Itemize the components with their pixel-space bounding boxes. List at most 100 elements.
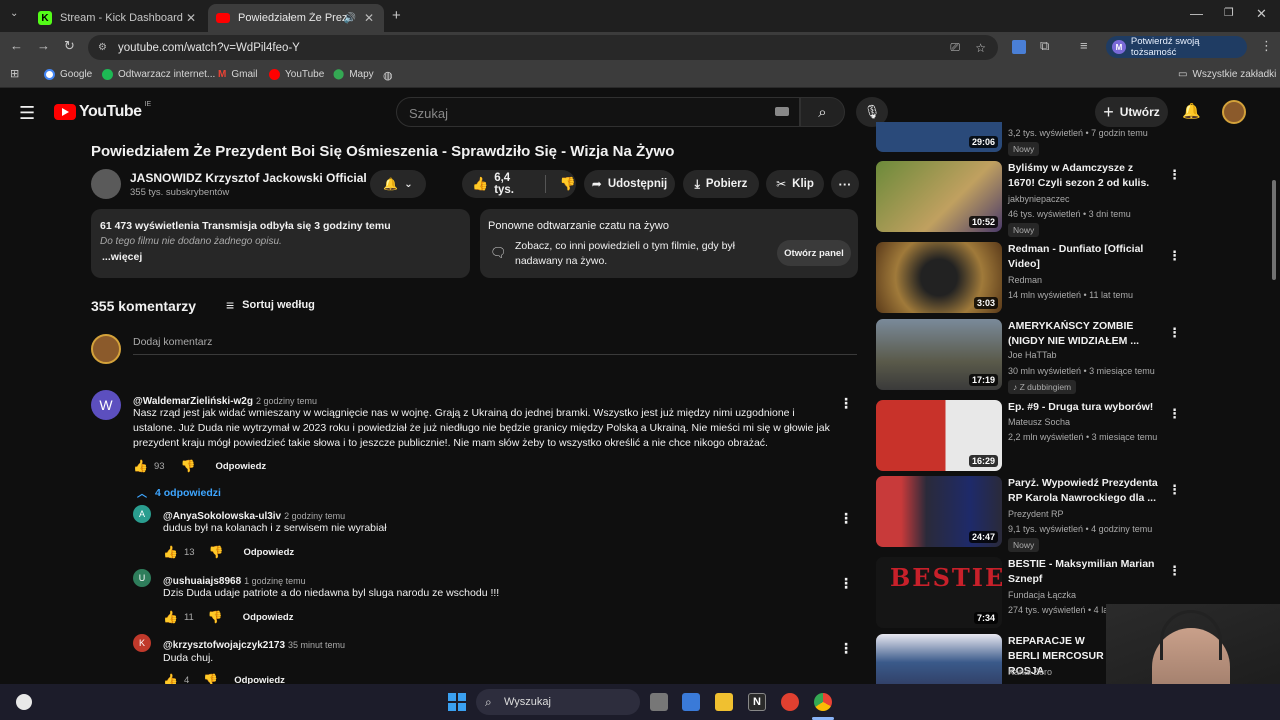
video-thumbnail[interactable]: 24:47 [876,476,1002,547]
video-thumbnail[interactable]: 16:29 [876,400,1002,471]
video-menu-icon[interactable]: ⋮ [1168,167,1181,183]
hamburger-menu-icon[interactable]: ☰ [19,103,35,124]
keyboard-icon[interactable] [775,107,789,116]
recommended-video[interactable]: 29:06 3,2 tys. wyświetleń • 7 godzin tem… [876,122,1276,152]
search-input[interactable]: Szukaj [396,97,800,127]
video-title[interactable]: BESTIE - Maksymilian Marian Sznepf [1008,557,1158,587]
dislike-icon[interactable]: 👎 [560,176,576,192]
video-thumbnail[interactable]: 29:06 [876,122,1002,152]
menu-icon[interactable]: ⋮ [1260,38,1273,54]
video-title[interactable]: Redman - Dunfiato [Official Video] [1008,242,1158,272]
reply-button[interactable]: Odpowiedz [243,612,294,623]
tab-search-icon[interactable]: ⌄ [10,8,18,19]
windows-start-icon[interactable] [448,693,466,711]
bookmark-star-icon[interactable]: ☆ [975,41,986,55]
video-channel[interactable]: jakbyniepaczec [1008,194,1070,204]
tab-youtube-video[interactable]: Powiedziałem Że Prezydent 🔊 ✕ [208,4,384,32]
recommended-video[interactable]: 3:03 Redman - Dunfiato [Official Video] … [876,242,1276,313]
video-channel[interactable]: Joe HaTTab [1008,350,1057,360]
reply-avatar[interactable]: U [133,569,151,587]
app-icon[interactable] [781,693,799,711]
reply-button[interactable]: Odpowiedz [215,461,266,472]
video-menu-icon[interactable]: ⋮ [1168,248,1181,264]
dislike-icon[interactable]: 👎 [208,610,223,624]
tab-kick-dashboard[interactable]: K Stream - Kick Dashboard ✕ [30,4,206,32]
video-menu-icon[interactable]: ⋮ [1168,325,1181,341]
translate-icon[interactable] [1012,40,1026,54]
profile-button[interactable]: M Potwierdź swoją tożsamość [1106,36,1247,58]
site-info-icon[interactable]: ⚙ [98,42,107,53]
video-title[interactable]: Paryż. Wypowiedź Prezydenta RP Karola Na… [1008,476,1158,506]
reply-time[interactable]: 35 minut temu [288,640,345,650]
all-bookmarks[interactable]: ▭ Wszystkie zakładki [1178,69,1276,80]
clip-button[interactable]: ✂ Klip [766,170,824,198]
comment-time[interactable]: 2 godziny temu [256,396,317,406]
reload-icon[interactable]: ↻ [64,38,75,54]
extensions-icon[interactable]: ⧉ [1040,38,1049,54]
share-button[interactable]: ➦ Udostępnij [584,170,675,198]
add-comment-input[interactable]: Dodaj komentarz [133,336,857,355]
recommended-video[interactable]: 16:29 Ep. #9 - Druga tura wyborów! Mateu… [876,400,1276,471]
speaker-icon[interactable]: 🔊 [344,13,356,24]
restore-icon[interactable]: ❐ [1224,6,1234,19]
open-panel-button[interactable]: Otwórz panel [777,240,851,266]
reply-avatar[interactable]: A [133,505,151,523]
weather-icon[interactable] [16,694,32,710]
dislike-icon[interactable]: 👎 [209,545,224,559]
new-tab-icon[interactable]: + [392,7,401,24]
reply-menu-icon[interactable]: ⋮ [839,641,853,655]
dislike-icon[interactable]: 👎 [181,459,196,473]
show-more-link[interactable]: ...więcej [102,251,142,263]
video-menu-icon[interactable]: ⋮ [1168,563,1181,579]
video-channel[interactable]: Fundacja Łączka [1008,590,1076,600]
video-title[interactable]: Byliśmy w Adamczysze z 1670! Czyli sezon… [1008,161,1158,191]
download-button[interactable]: ⤓ Pobierz [683,170,759,198]
video-thumbnail[interactable] [876,634,1002,684]
reply-author[interactable]: @krzysztofwojajczyk2173 [163,640,285,651]
window-close-icon[interactable]: ✕ [1256,6,1267,22]
video-thumbnail[interactable]: BESTIE 7:34 [876,557,1002,628]
recommended-video[interactable]: 24:47 Paryż. Wypowiedź Prezydenta RP Kar… [876,476,1276,552]
media-control-icon[interactable]: ≡ [1080,38,1088,53]
reply-time[interactable]: 1 godzinę temu [244,576,306,586]
forward-icon[interactable]: → [37,38,50,53]
youtube-logo[interactable]: YouTube IE [54,101,151,121]
minimize-icon[interactable]: — [1190,6,1203,21]
like-icon[interactable]: 👍 [163,545,178,559]
description-box[interactable]: 61 473 wyświetlenia Transmisja odbyła si… [91,209,470,278]
video-channel[interactable]: Prezydent RP [1008,509,1064,519]
reply-menu-icon[interactable]: ⋮ [839,511,853,525]
reply-menu-icon[interactable]: ⋮ [839,576,853,590]
video-menu-icon[interactable]: ⋮ [1168,406,1181,422]
close-icon[interactable]: ✕ [186,11,196,25]
video-channel[interactable]: Kanał Zero [1008,667,1052,677]
channel-name[interactable]: JASNOWIDZ Krzysztof Jackowski Official [130,171,367,185]
scrollbar-thumb[interactable] [1272,180,1276,280]
sort-button[interactable]: ≡ Sortuj według [226,297,315,313]
video-title[interactable]: Ep. #9 - Druga tura wyborów! [1008,400,1158,415]
notion-icon[interactable]: N [748,693,766,711]
replies-toggle[interactable]: ︿ 4 odpowiedzi [137,485,221,501]
bookmark-globe[interactable]: ◍ [383,69,393,82]
bookmark-youtube[interactable]: YouTube [269,69,324,80]
like-icon[interactable]: 👍 [133,459,148,473]
like-icon[interactable]: 👍 [163,610,178,624]
video-channel[interactable]: Redman [1008,275,1042,285]
task-view-icon[interactable] [650,693,668,711]
bookmark-spotify[interactable]: Odtwarzacz internet... [102,69,215,80]
chrome-icon[interactable] [814,693,832,711]
cast-icon[interactable]: ⎚ [950,40,960,55]
like-icon[interactable]: 👍 [472,176,488,192]
channel-avatar[interactable] [91,169,121,199]
back-icon[interactable]: ← [10,38,23,53]
video-channel[interactable]: Mateusz Socha [1008,417,1070,427]
reply-avatar[interactable]: K [133,634,151,652]
reply-time[interactable]: 2 godziny temu [284,511,345,521]
reply-button[interactable]: Odpowiedz [243,547,294,558]
taskbar-search[interactable]: ⌕ Wyszukaj [476,689,640,715]
comment-menu-icon[interactable]: ⋮ [839,396,853,410]
store-icon[interactable] [682,693,700,711]
comment-avatar[interactable]: W [91,390,121,420]
account-avatar[interactable] [1222,100,1246,124]
search-button[interactable]: ⌕ [800,97,845,127]
